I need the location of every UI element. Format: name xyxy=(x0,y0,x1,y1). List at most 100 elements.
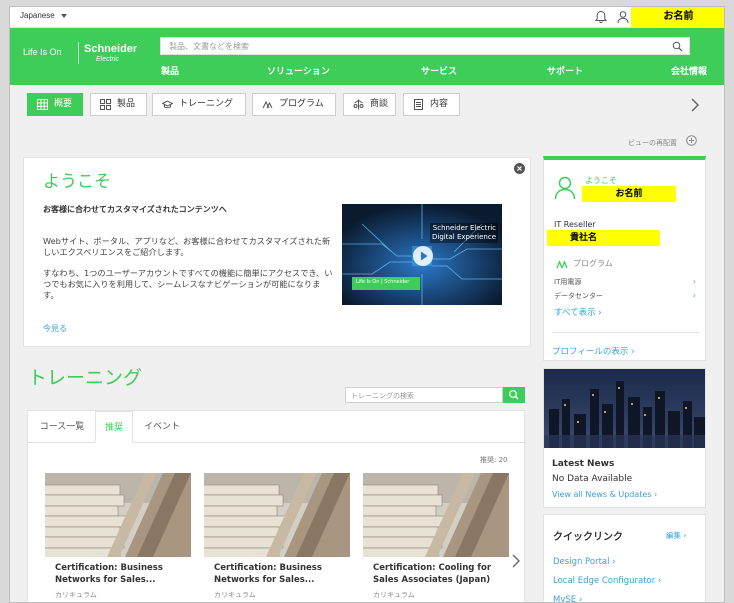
chevron-right-icon: › xyxy=(683,531,687,540)
language-selector[interactable]: Japanese xyxy=(20,11,67,20)
tab-products-label: 製品 xyxy=(117,99,136,109)
tab-events[interactable]: イベント xyxy=(133,411,191,443)
program-item[interactable]: IT用電源 › xyxy=(554,277,699,287)
chevron-right-icon: › xyxy=(631,347,635,357)
course-category: カリキュラム xyxy=(55,591,97,599)
nav-products[interactable]: 製品 xyxy=(161,64,179,77)
brand-tagline: Life Is On xyxy=(23,47,62,57)
quick-link-item[interactable]: MySE › xyxy=(553,595,583,603)
video-title-line-2: Digital Experience xyxy=(432,233,496,241)
training-search-input[interactable]: トレーニングの検索 xyxy=(345,387,503,403)
course-title: Certification: Business Networks for Sal… xyxy=(55,563,163,585)
quick-link-label: Design Portal xyxy=(553,557,610,567)
chevron-right-icon[interactable] xyxy=(511,554,521,568)
program-item-label: IT用電源 xyxy=(554,278,582,286)
nav-services[interactable]: サービス xyxy=(421,64,457,77)
tab-recommended[interactable]: 推奨 xyxy=(95,411,133,443)
program-item[interactable]: データセンター › xyxy=(554,291,699,301)
profile-name: お名前 xyxy=(582,186,676,202)
tab-deals[interactable]: 商談 xyxy=(343,93,396,116)
watch-now-link[interactable]: 今見る xyxy=(43,323,67,334)
course-card[interactable]: Certification: Business Networks for Sal… xyxy=(45,473,191,602)
dashboard-tabs: 概要 製品 トレーニング プログラム 商談 内容 xyxy=(10,85,724,121)
profile-welcome: ようこそ xyxy=(585,176,617,185)
course-thumbnail xyxy=(45,473,191,557)
welcome-title: ようこそ xyxy=(43,172,111,192)
search-icon[interactable] xyxy=(672,41,683,52)
tab-deals-label: 商談 xyxy=(370,99,389,109)
site-search-input[interactable]: 製品、文書などを検索 xyxy=(160,37,690,55)
edit-quick-links-link[interactable]: 編集 › xyxy=(666,530,686,541)
chevron-right-icon[interactable] xyxy=(688,97,702,113)
video-brand-bar: Life Is On | Schneider xyxy=(352,277,420,290)
tab-products[interactable]: 製品 xyxy=(90,93,147,116)
view-all-news-label: View all News & Updates xyxy=(552,490,652,499)
chevron-right-icon: › xyxy=(612,557,616,567)
course-card[interactable]: Certification: Cooling for Sales Associa… xyxy=(363,473,509,602)
program-icon xyxy=(262,100,273,109)
view-profile-label: プロフィールの表示 xyxy=(552,347,629,357)
training-search-button[interactable] xyxy=(503,387,525,403)
user-icon xyxy=(554,176,576,200)
close-icon[interactable] xyxy=(514,163,525,174)
utility-bar: Japanese お名前 xyxy=(10,7,724,28)
welcome-paragraph-1: Webサイト、ポータル、アプリなど、お客様に合わせてカスタマイズされた新しいエク… xyxy=(43,236,331,257)
welcome-card: ようこそ お客様に合わせてカスタマイズされたコンテンツへ Webサイト、ポータル… xyxy=(23,157,531,347)
tab-course-list[interactable]: コース一覧 xyxy=(28,411,96,443)
caret-down-icon xyxy=(60,13,67,18)
play-icon[interactable] xyxy=(413,246,433,266)
course-category: カリキュラム xyxy=(373,591,415,599)
nav-solutions[interactable]: ソリューション xyxy=(267,64,330,77)
profile-programs-label: プログラム xyxy=(573,259,613,268)
tab-overview[interactable]: 概要 xyxy=(27,93,83,116)
video-brand-text: Life Is On | Schneider xyxy=(356,279,410,285)
course-title: Certification: Cooling for Sales Associa… xyxy=(373,563,492,585)
quick-link-item[interactable]: Local Edge Configurator › xyxy=(553,576,661,586)
news-title: Latest News xyxy=(552,459,615,469)
quick-link-item[interactable]: Design Portal › xyxy=(553,557,616,567)
course-card[interactable]: Certification: Business Networks for Sal… xyxy=(204,473,350,602)
brand-logo-sub: Electric xyxy=(96,56,119,63)
tab-training[interactable]: トレーニング xyxy=(152,93,246,116)
chevron-right-icon: › xyxy=(657,576,662,586)
tab-programs[interactable]: プログラム xyxy=(252,93,336,116)
profile-role: IT Reseller xyxy=(554,220,596,229)
video-title-line-1: Schneider Electric xyxy=(432,224,496,232)
graduation-cap-icon xyxy=(162,100,173,109)
profile-company: 貴社名 xyxy=(547,230,660,246)
view-all-news-link[interactable]: View all News & Updates › xyxy=(552,490,657,499)
deal-icon xyxy=(353,99,364,110)
see-all-link[interactable]: すべて表示 › xyxy=(554,306,602,318)
news-image xyxy=(544,369,705,448)
nav-support[interactable]: サポート xyxy=(547,64,583,77)
rearrange-icon[interactable] xyxy=(686,135,697,146)
welcome-heading: お客様に合わせてカスタマイズされたコンテンツへ xyxy=(43,205,227,214)
course-title: Certification: Business Networks for Sal… xyxy=(214,563,322,585)
nav-company[interactable]: 会社情報 xyxy=(671,64,707,77)
video-title: Schneider Electric Digital Experience xyxy=(430,223,498,243)
chevron-right-icon: › xyxy=(578,595,583,603)
products-icon xyxy=(100,99,111,110)
tab-training-label: トレーニング xyxy=(179,99,234,109)
quick-link-label: MySE xyxy=(553,595,577,603)
user-icon[interactable] xyxy=(616,10,630,24)
welcome-paragraph-2: すなわち、1つのユーザーアカウントですべての機能に簡単にアクセスでき、いつでもお… xyxy=(43,268,333,300)
rearrange-view-link[interactable]: ビューの再配置 xyxy=(628,138,677,148)
view-profile-link[interactable]: プロフィールの表示 › xyxy=(552,345,634,357)
bell-icon[interactable] xyxy=(594,10,608,24)
brand-divider xyxy=(78,42,79,64)
search-placeholder: 製品、文書などを検索 xyxy=(169,42,249,51)
divider xyxy=(552,332,700,333)
training-title: トレーニング xyxy=(28,367,143,389)
tab-programs-label: プログラム xyxy=(279,99,324,109)
brand-logo[interactable]: Schneider xyxy=(84,43,137,55)
language-label: Japanese xyxy=(20,11,55,20)
grid-icon xyxy=(37,99,48,110)
welcome-video[interactable]: Schneider Electric Digital Experience Lif… xyxy=(342,204,502,305)
profile-card: ようこそ お名前 IT Reseller 貴社名 プログラム IT用電源 › デー… xyxy=(543,156,706,361)
tab-content[interactable]: 内容 xyxy=(403,93,460,116)
username-top[interactable]: お名前 xyxy=(631,7,724,27)
chevron-right-icon: › xyxy=(598,308,602,318)
quick-links-card: クイックリンク 編集 › Design Portal › Local Edge … xyxy=(543,514,706,603)
news-card: Latest News No Data Available View all N… xyxy=(543,368,706,508)
